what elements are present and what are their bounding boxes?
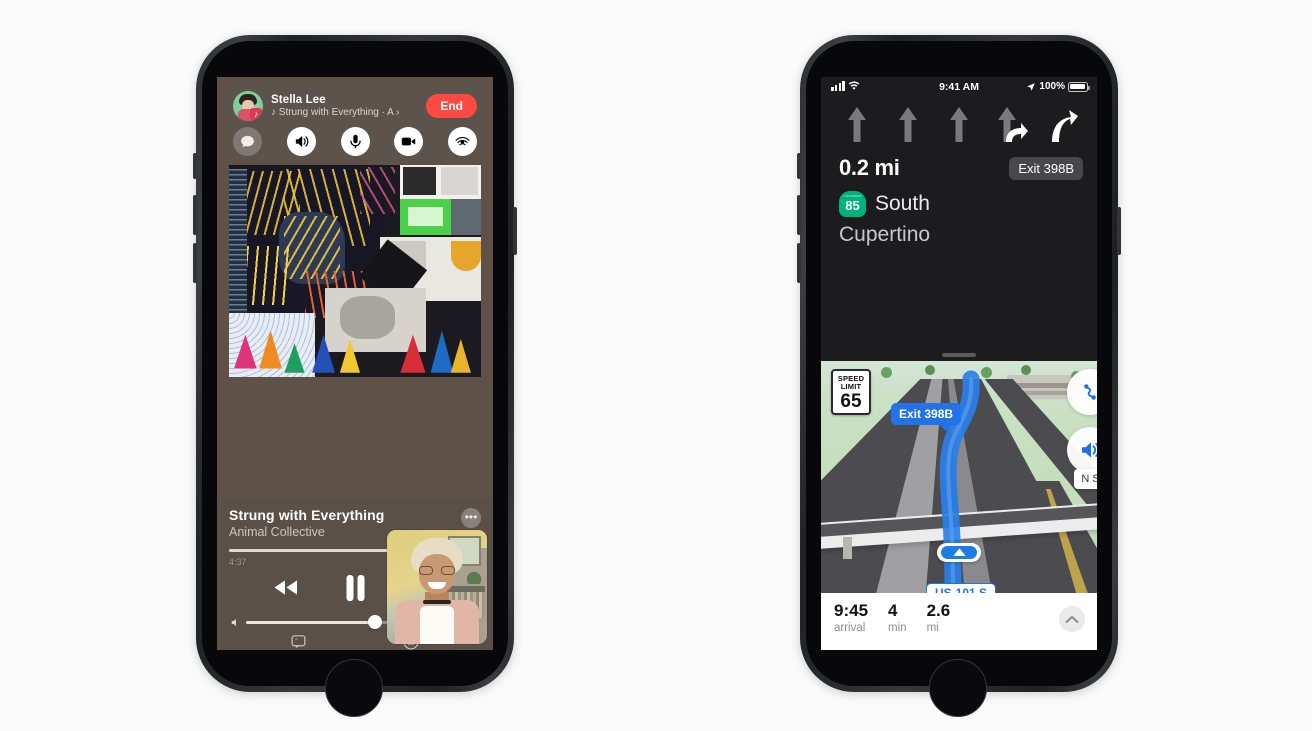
location-arrow-icon xyxy=(1027,82,1036,91)
destination-line: Cupertino xyxy=(839,223,931,246)
volume-up-button[interactable] xyxy=(797,195,801,235)
shareplay-now-playing-view: ♪ Stella Lee ♪ Strung with Everything · … xyxy=(217,77,493,650)
pause-button[interactable] xyxy=(345,574,366,606)
right-iphone-device: 9:41 AM 100% 0.2 mi Exit 398B CALIFORNIA… xyxy=(797,35,1121,717)
facetime-caller-row: ♪ Stella Lee ♪ Strung with Everything · … xyxy=(233,89,477,123)
volume-knob[interactable] xyxy=(368,615,383,629)
eta-items: 9:45 arrival 4 min 2.6 mi xyxy=(834,601,950,634)
volume-down-button[interactable] xyxy=(797,243,801,283)
route-shield-icon: CALIFORNIA 85 xyxy=(839,191,866,217)
video-call-thumbnail[interactable] xyxy=(387,530,487,644)
lyrics-icon[interactable]: ” xyxy=(290,633,307,650)
lane-straight-2 xyxy=(890,102,926,146)
mute-switch[interactable] xyxy=(797,153,801,179)
eta-distance-label: mi xyxy=(926,622,939,634)
lane-straight-right xyxy=(992,102,1029,146)
album-artwork xyxy=(229,165,481,377)
speed-limit-sign: SPEED LIMIT 65 xyxy=(831,369,871,415)
avatar: ♪ xyxy=(233,91,263,121)
route-line: CALIFORNIA 85 South xyxy=(839,191,930,217)
highway-label: US-101 S xyxy=(926,583,997,593)
facetime-actions-row xyxy=(233,126,477,156)
left-phone-screen: ♪ Stella Lee ♪ Strung with Everything · … xyxy=(217,77,493,650)
right-phone-screen: 9:41 AM 100% 0.2 mi Exit 398B CALIFORNIA… xyxy=(821,77,1097,650)
music-note-badge-icon: ♪ xyxy=(250,108,262,120)
volume-fill xyxy=(246,620,376,624)
route-shield-number: 85 xyxy=(845,198,860,213)
eta-arrival: 9:45 arrival xyxy=(834,601,868,634)
shareplay-now-playing-label[interactable]: ♪ Strung with Everything · A › xyxy=(271,107,426,118)
elapsed-time: 4:37 xyxy=(229,557,247,567)
speed-limit-value: 65 xyxy=(840,391,862,412)
video-camera-icon[interactable] xyxy=(394,126,424,156)
lane-guidance xyxy=(821,101,1097,147)
lane-straight-1 xyxy=(839,102,875,146)
eta-distance: 2.6 mi xyxy=(927,601,951,634)
more-options-button[interactable]: ••• xyxy=(461,508,481,528)
eta-bar[interactable]: 9:45 arrival 4 min 2.6 mi xyxy=(821,593,1097,650)
eta-minutes-label: min xyxy=(888,622,907,634)
track-title: Strung with Everything xyxy=(229,507,385,523)
battery-percent: 100% xyxy=(1039,81,1065,92)
map-view[interactable]: SPEED LIMIT 65 Exit 398B N Sho xyxy=(821,361,1097,593)
eta-minutes: 4 min xyxy=(888,601,907,634)
chevron-up-icon[interactable] xyxy=(1059,606,1085,632)
power-button[interactable] xyxy=(513,207,517,255)
track-artist: Animal Collective xyxy=(229,525,325,539)
eta-distance-value: 2.6 xyxy=(926,601,951,620)
rewind-button[interactable] xyxy=(272,578,299,602)
route-direction: South xyxy=(875,192,930,215)
caller-info: Stella Lee ♪ Strung with Everything · A … xyxy=(271,94,426,118)
screenshot-canvas: ♪ Stella Lee ♪ Strung with Everything · … xyxy=(0,0,1312,731)
microphone-icon[interactable] xyxy=(340,126,370,156)
svg-text:”: ” xyxy=(296,638,298,645)
eta-arrival-value: 9:45 xyxy=(834,601,869,620)
drag-handle[interactable] xyxy=(942,353,976,357)
speaker-icon[interactable] xyxy=(286,126,316,156)
caller-name: Stella Lee xyxy=(271,94,326,106)
eta-arrival-label: arrival xyxy=(834,622,866,634)
home-button[interactable] xyxy=(325,659,383,717)
eta-minutes-value: 4 xyxy=(888,601,898,620)
current-location-puck xyxy=(937,543,981,562)
facetime-control-bar: ♪ Stella Lee ♪ Strung with Everything · … xyxy=(225,82,485,160)
exit-callout-label[interactable]: Exit 398B xyxy=(891,403,962,431)
lane-straight-3 xyxy=(941,102,977,146)
lane-right-turn xyxy=(1043,102,1079,146)
status-right: 100% xyxy=(1026,81,1090,92)
volume-up-button[interactable] xyxy=(193,195,197,235)
mute-switch[interactable] xyxy=(193,153,197,179)
volume-down-button[interactable] xyxy=(193,243,197,283)
power-button[interactable] xyxy=(1117,207,1121,255)
distance-to-maneuver: 0.2 mi xyxy=(839,155,900,180)
left-iphone-device: ♪ Stella Lee ♪ Strung with Everything · … xyxy=(193,35,517,717)
messages-icon[interactable] xyxy=(233,126,262,156)
status-bar: 9:41 AM 100% xyxy=(821,77,1097,97)
shareplay-icon[interactable] xyxy=(448,126,477,156)
home-button[interactable] xyxy=(929,659,987,717)
progress-fill xyxy=(229,549,398,552)
battery-icon xyxy=(1068,81,1090,92)
end-call-button[interactable]: End xyxy=(426,94,477,118)
volume-low-icon xyxy=(231,618,236,626)
exit-number-badge[interactable]: Exit 398B xyxy=(1009,157,1083,180)
navigation-banner: 0.2 mi Exit 398B CALIFORNIA 85 South Cup… xyxy=(821,97,1097,361)
street-name-callout: N Sho xyxy=(1074,469,1097,489)
speed-limit-line2: LIMIT xyxy=(840,382,862,391)
